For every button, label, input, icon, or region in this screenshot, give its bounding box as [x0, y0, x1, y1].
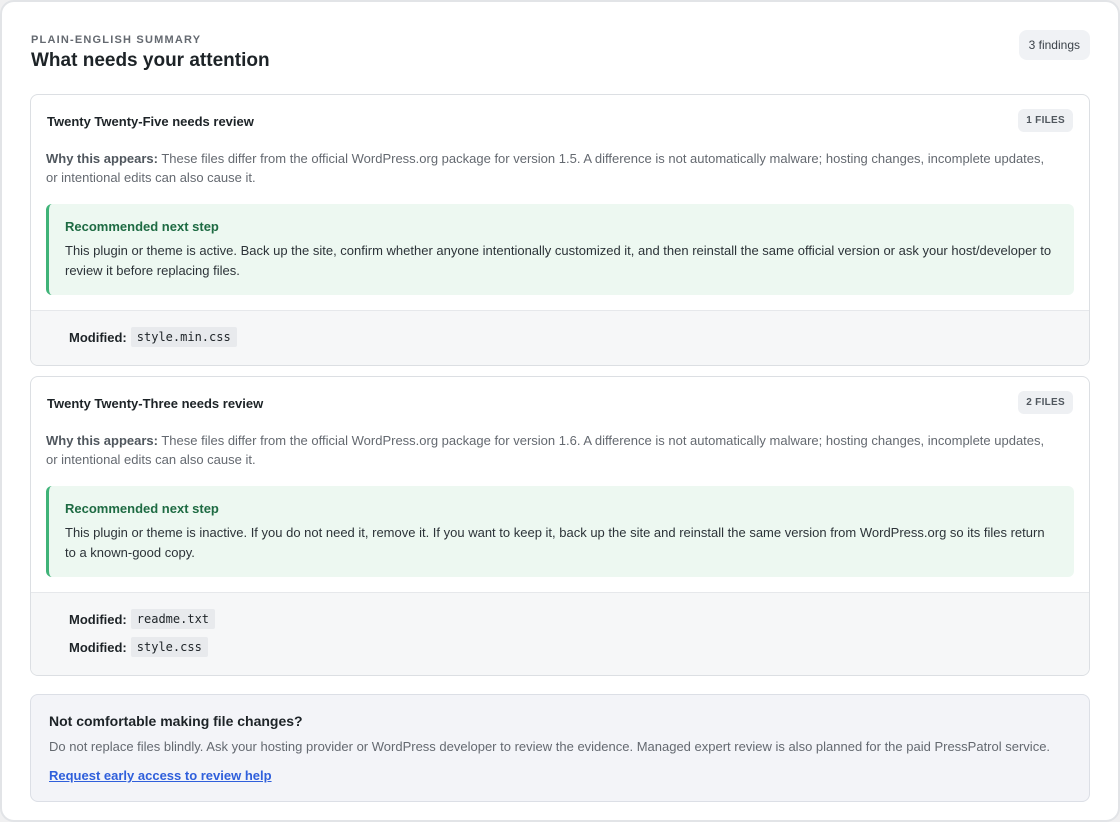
- help-callout: Not comfortable making file changes? Do …: [30, 694, 1090, 802]
- modified-label: Modified:: [69, 329, 127, 345]
- file-name: readme.txt: [130, 609, 216, 629]
- recommendation-title: Recommended next step: [65, 501, 219, 516]
- modified-file-row: Modified: readme.txt: [69, 605, 1051, 633]
- modified-file-row: Modified: style.css: [69, 633, 1051, 661]
- finding-title: Twenty Twenty-Three needs review: [47, 396, 264, 411]
- finding-header: Twenty Twenty-Five needs review 1 FILES: [31, 95, 1089, 145]
- files-count-badge: 2 FILES: [1018, 391, 1073, 414]
- recommendation-text: This plugin or theme is inactive. If you…: [65, 525, 1045, 560]
- why-label: Why this appears:: [46, 151, 158, 166]
- recommendation-text: This plugin or theme is active. Back up …: [65, 243, 1052, 278]
- help-title: Not comfortable making file changes?: [49, 713, 303, 729]
- modified-label: Modified:: [69, 611, 127, 627]
- finding-title: Twenty Twenty-Five needs review: [47, 114, 254, 129]
- why-text: These files differ from the official Wor…: [46, 433, 1045, 467]
- page-title: What needs your attention: [31, 50, 270, 71]
- request-access-link[interactable]: Request early access to review help: [49, 768, 272, 783]
- summary-header: PLAIN-ENGLISH SUMMARY What needs your at…: [30, 30, 1090, 94]
- file-name: style.css: [130, 637, 208, 657]
- recommendation-box: Recommended next step This plugin or the…: [46, 486, 1074, 577]
- finding-card: Twenty Twenty-Three needs review 2 FILES…: [30, 376, 1090, 676]
- recommendation-title: Recommended next step: [65, 219, 219, 234]
- recommendation-box: Recommended next step This plugin or the…: [46, 204, 1074, 295]
- modified-file-row: Modified: style.min.css: [69, 323, 1051, 351]
- summary-panel: PLAIN-ENGLISH SUMMARY What needs your at…: [0, 0, 1120, 822]
- section-eyebrow: PLAIN-ENGLISH SUMMARY: [31, 34, 202, 46]
- file-name: style.min.css: [130, 327, 237, 347]
- why-explanation: Why this appears: These files differ fro…: [31, 145, 1089, 187]
- files-count-badge: 1 FILES: [1018, 109, 1073, 132]
- help-text: Do not replace files blindly. Ask your h…: [49, 739, 1051, 754]
- modified-files-list: Modified: style.min.css: [31, 310, 1089, 365]
- why-label: Why this appears:: [46, 433, 158, 448]
- findings-count-badge: 3 findings: [1018, 30, 1090, 60]
- modified-label: Modified:: [69, 639, 127, 655]
- why-explanation: Why this appears: These files differ fro…: [31, 427, 1089, 469]
- why-text: These files differ from the official Wor…: [46, 151, 1045, 185]
- finding-header: Twenty Twenty-Three needs review 2 FILES: [31, 377, 1089, 427]
- modified-files-list: Modified: readme.txt Modified: style.css: [31, 592, 1089, 675]
- finding-card: Twenty Twenty-Five needs review 1 FILES …: [30, 94, 1090, 366]
